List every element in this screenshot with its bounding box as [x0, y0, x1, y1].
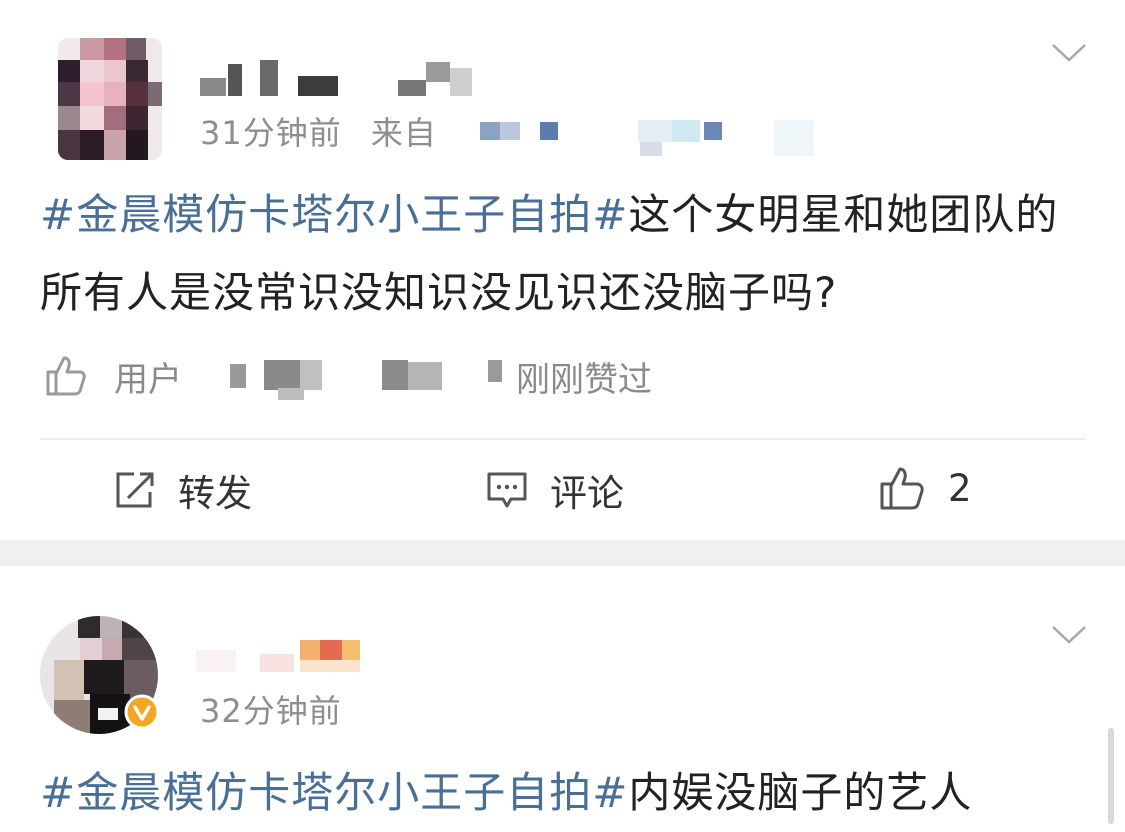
verified-badge-icon [124, 694, 160, 730]
comment-label: 评论 [550, 472, 624, 515]
thumbs-up-icon [46, 356, 86, 396]
username[interactable] [196, 636, 376, 676]
like-count: 2 [948, 466, 972, 510]
post-source-device [478, 118, 818, 158]
topic-link[interactable]: #金晨模仿卡塔尔小王子自拍# [40, 768, 628, 817]
like-button[interactable]: 2 [878, 464, 972, 512]
scrollbar[interactable] [1108, 728, 1114, 824]
post-text: 内娱没脑子的艺人 [628, 768, 973, 817]
liked-by-line: 用户 刚刚赞过 [44, 350, 744, 400]
post-source-label: 来自 [370, 114, 437, 152]
topic-link[interactable]: #金晨模仿卡塔尔小王子自拍# [40, 190, 628, 239]
post-time: 31分钟前 [200, 114, 342, 152]
chevron-down-icon[interactable] [1052, 44, 1086, 62]
comment-button[interactable]: 评论 [486, 466, 624, 515]
divider [40, 438, 1086, 440]
feed-post-2: 32分钟前 #金晨模仿卡塔尔小王子自拍#内娱没脑子的艺人 [0, 566, 1125, 832]
post-body: #金晨模仿卡塔尔小王子自拍#这个女明星和她团队的所有人是没常识没知识没见识还没脑… [40, 176, 1090, 332]
comment-icon [487, 472, 527, 508]
liked-by-suffix: 刚刚赞过 [516, 360, 652, 400]
post-body: #金晨模仿卡塔尔小王子自拍#内娱没脑子的艺人 [40, 754, 1090, 832]
repost-button[interactable]: 转发 [114, 466, 252, 515]
thumbs-up-icon [880, 467, 924, 510]
repost-icon [116, 472, 154, 508]
chevron-down-icon[interactable] [1052, 626, 1086, 644]
post-meta: 31分钟前 来自 [200, 108, 437, 154]
liked-by-prefix: 用户 [114, 360, 182, 400]
avatar[interactable] [58, 38, 162, 160]
repost-label: 转发 [178, 472, 252, 515]
post-separator [0, 540, 1125, 566]
post-time: 32分钟前 [200, 692, 342, 730]
username[interactable] [198, 58, 488, 100]
feed-post-1: 31分钟前 来自 #金晨模仿卡塔尔小王子自拍#这个女明星和她团队的所有人是没常识… [0, 0, 1125, 540]
